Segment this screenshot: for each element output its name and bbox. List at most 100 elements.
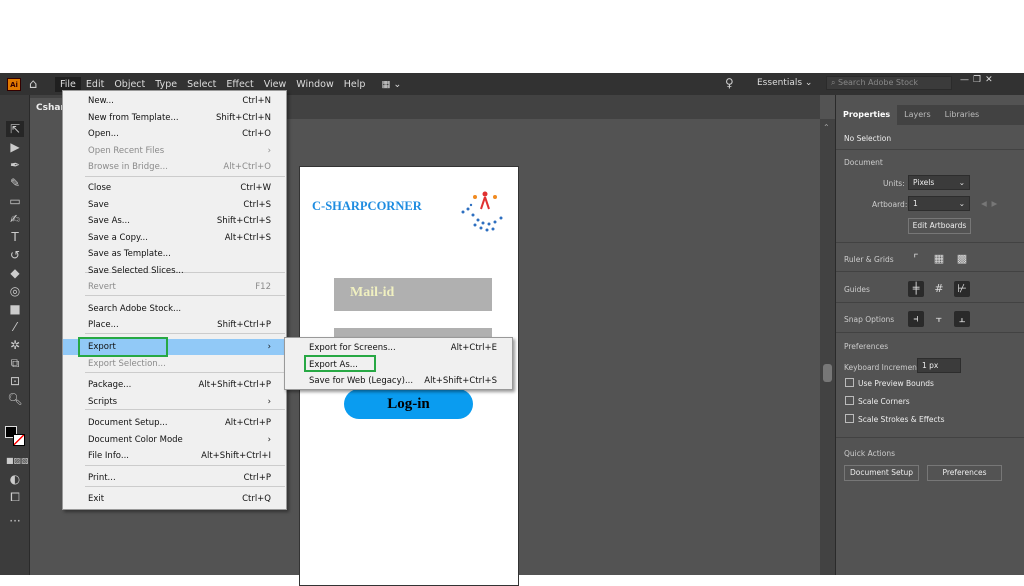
preferences-button[interactable]: Preferences xyxy=(927,465,1002,481)
grid-icon[interactable]: ▦ xyxy=(931,251,947,267)
file-menu-item-save[interactable]: Save Ctrl+S xyxy=(63,197,286,213)
menu-item-label: New from Template... xyxy=(88,113,179,123)
lightbulb-icon[interactable]: ♀ xyxy=(725,76,734,90)
search-stock-input[interactable]: ⌕ Search Adobe Stock xyxy=(826,76,952,90)
tab-libraries[interactable]: Libraries xyxy=(938,105,987,125)
file-menu-item-open[interactable]: Open... Ctrl+O xyxy=(63,126,286,142)
more-tools-icon[interactable]: ··· xyxy=(6,513,24,529)
menu-separator xyxy=(85,465,285,466)
edit-artboards-button[interactable]: Edit Artboards xyxy=(908,218,971,234)
direct-selection-tool-icon[interactable]: ▶ xyxy=(6,139,24,155)
curvature-tool-icon[interactable]: ✎ xyxy=(6,175,24,191)
menu-help[interactable]: Help xyxy=(339,77,371,92)
file-menu-item-save-as-template[interactable]: Save as Template... xyxy=(63,246,286,262)
selection-tool-icon[interactable]: ⇱ xyxy=(6,121,24,137)
scrollbar-thumb[interactable] xyxy=(823,364,832,382)
snap-to-pixel-icon[interactable]: ⫠ xyxy=(954,311,970,327)
type-tool-icon[interactable]: T xyxy=(6,229,24,245)
minimize-icon[interactable]: — xyxy=(960,75,969,89)
rectangle-tool-icon[interactable]: ▭ xyxy=(6,193,24,209)
file-menu-item-search-adobe-stock[interactable]: Search Adobe Stock... xyxy=(63,301,286,317)
file-menu-item-new-from-template[interactable]: New from Template... Shift+Ctrl+N xyxy=(63,110,286,126)
keyboard-increment-input[interactable]: 1 px xyxy=(917,358,961,373)
file-menu-item-scripts[interactable]: Scripts › xyxy=(63,394,286,410)
blend-tool-icon[interactable]: ⧉ xyxy=(6,355,24,371)
artboard-tool-icon[interactable]: ⊡ xyxy=(6,373,24,389)
menu-item-shortcut: Ctrl+P xyxy=(243,473,271,483)
menu-item-shortcut: F12 xyxy=(255,282,271,292)
export-submenu-item-save-for-web-legacy[interactable]: Save for Web (Legacy)... Alt+Shift+Ctrl+S xyxy=(285,373,512,389)
menu-item-label: Close xyxy=(88,183,112,193)
file-menu-item-print[interactable]: Print... Ctrl+P xyxy=(63,470,286,486)
file-menu-item-exit[interactable]: Exit Ctrl+Q xyxy=(63,491,286,507)
menu-item-label: Browse in Bridge... xyxy=(88,162,168,172)
tab-properties[interactable]: Properties xyxy=(836,105,898,125)
artboard-nav-arrows-icon[interactable]: ◀ ▶ xyxy=(981,199,997,208)
tab-layers[interactable]: Layers xyxy=(897,105,937,125)
file-menu-item-document-setup[interactable]: Document Setup... Alt+Ctrl+P xyxy=(63,415,286,431)
stroke-color-swatch[interactable] xyxy=(13,434,25,446)
eyedropper-tool-icon[interactable]: ⁄ xyxy=(6,319,24,335)
units-label: Units: xyxy=(883,179,905,188)
shape-builder-tool-icon[interactable]: ◎ xyxy=(6,283,24,299)
snap-to-point-icon[interactable]: ⫞ xyxy=(908,311,924,327)
workspace-label: Essentials xyxy=(757,78,803,88)
screen-mode-icon[interactable]: ⧠ xyxy=(6,489,24,505)
file-menu-item-new[interactable]: New... Ctrl+N xyxy=(63,93,286,109)
zoom-tool-icon[interactable]: 🔍︎ xyxy=(6,391,24,407)
file-menu-item-save-selected-slices[interactable]: Save Selected Slices... xyxy=(63,263,286,279)
shaper-tool-icon[interactable]: ✍ xyxy=(6,211,24,227)
export-submenu-item-export-for-screens[interactable]: Export for Screens... Alt+Ctrl+E xyxy=(285,340,512,356)
file-menu-item-revert: Revert F12 xyxy=(63,279,286,295)
pen-tool-icon[interactable]: ✒ xyxy=(6,157,24,173)
menu-item-label: Print... xyxy=(88,473,116,483)
vertical-scrollbar[interactable]: ⌃ xyxy=(820,119,835,575)
menu-item-shortcut: Ctrl+W xyxy=(240,183,271,193)
menu-item-label: File Info... xyxy=(88,451,129,461)
menu-item-label: Exit xyxy=(88,494,105,504)
menu-window[interactable]: Window xyxy=(291,77,338,92)
ai-logo-icon: Ai xyxy=(7,77,21,91)
file-menu-item-save-as[interactable]: Save As... Shift+Ctrl+S xyxy=(63,213,286,229)
snap-to-grid-icon[interactable]: ⫟ xyxy=(931,311,947,327)
file-menu-item-place[interactable]: Place... Shift+Ctrl+P xyxy=(63,317,286,333)
document-setup-button[interactable]: Document Setup xyxy=(844,465,919,481)
draw-mode-icon[interactable]: ◐ xyxy=(6,471,24,487)
units-select[interactable]: Pixels ⌄ xyxy=(908,175,970,190)
scale-strokes-checkbox[interactable] xyxy=(845,414,854,423)
search-placeholder: Search Adobe Stock xyxy=(838,78,919,87)
show-guides-icon[interactable]: ╪ xyxy=(908,281,924,297)
restore-icon[interactable]: ❐ xyxy=(973,75,981,89)
file-menu-item-document-color-mode[interactable]: Document Color Mode › xyxy=(63,432,286,448)
smart-guides-icon[interactable]: ⊬ xyxy=(954,281,970,297)
gradient-tool-icon[interactable]: ■ xyxy=(6,301,24,317)
home-icon[interactable]: ⌂ xyxy=(29,77,49,92)
menu-item-shortcut: › xyxy=(267,342,271,352)
menu-item-shortcut: Ctrl+N xyxy=(242,96,271,106)
use-preview-bounds-checkbox[interactable] xyxy=(845,378,854,387)
artboard-select[interactable]: 1 ⌄ xyxy=(908,196,970,211)
menu-item-label: Open Recent Files xyxy=(88,146,165,156)
ruler-icon[interactable]: ⌜ xyxy=(908,251,924,267)
menu-item-label: Save xyxy=(88,200,109,210)
puppet-warp-tool-icon[interactable]: ✲ xyxy=(6,337,24,353)
transparency-grid-icon[interactable]: ▩ xyxy=(954,251,970,267)
scale-corners-checkbox[interactable] xyxy=(845,396,854,405)
eraser-tool-icon[interactable]: ◆ xyxy=(6,265,24,281)
scroll-up-icon[interactable]: ⌃ xyxy=(823,123,830,132)
color-mode-icon[interactable]: ■▨▧ xyxy=(6,453,29,469)
document-tab[interactable]: Csharpcorner xyxy=(30,98,62,119)
workspace-switcher[interactable]: Essentials ⌄ xyxy=(757,78,812,88)
rotate-tool-icon[interactable]: ↺ xyxy=(6,247,24,263)
menu-separator xyxy=(85,333,285,334)
menu-item-label: Place... xyxy=(88,320,119,330)
file-menu-item-file-info[interactable]: File Info... Alt+Shift+Ctrl+I xyxy=(63,448,286,464)
file-menu-item-save-a-copy[interactable]: Save a Copy... Alt+Ctrl+S xyxy=(63,230,286,246)
arrange-documents-icon[interactable]: ▦ ⌄ xyxy=(376,77,406,92)
lock-guides-icon[interactable]: # xyxy=(931,281,947,297)
close-icon[interactable]: ✕ xyxy=(985,75,993,89)
file-menu-item-close[interactable]: Close Ctrl+W xyxy=(63,180,286,196)
logo-graphic-icon xyxy=(453,187,513,237)
tools-panel: ⇱ ▶ ✒ ✎ ▭ ✍ T ↺ ◆ ◎ ■ ⁄ ✲ ⧉ ⊡ 🔍︎ ■▨▧ ◐ ⧠… xyxy=(0,95,30,575)
file-menu-item-package[interactable]: Package... Alt+Shift+Ctrl+P xyxy=(63,377,286,393)
